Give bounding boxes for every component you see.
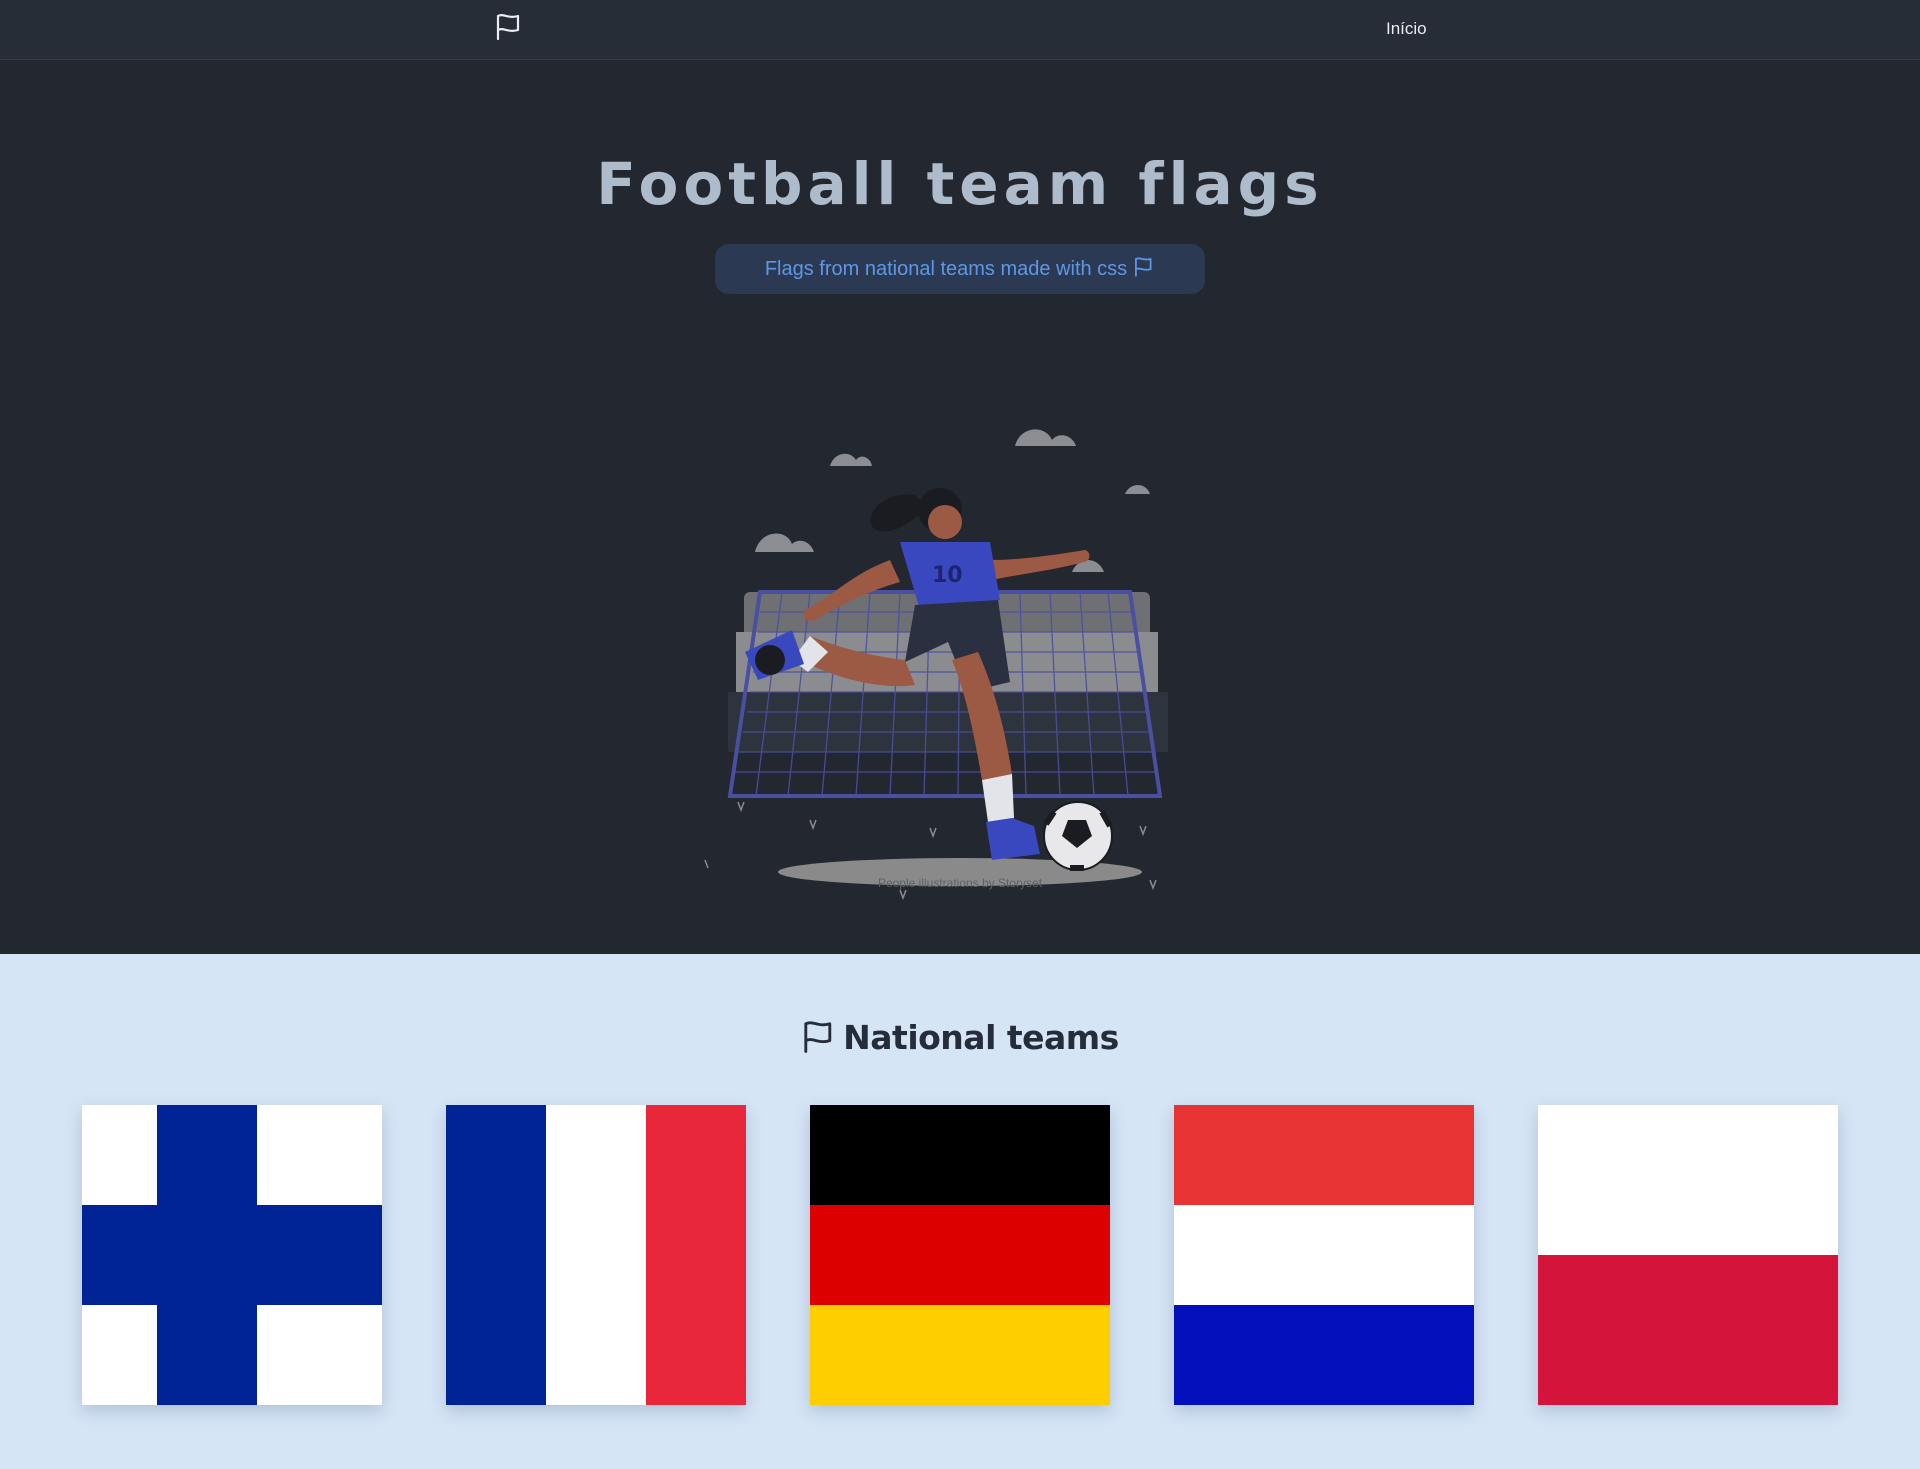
section-title-text: National teams [843, 1018, 1119, 1057]
finland-flag [82, 1105, 382, 1405]
hero-subtitle-badge: Flags from national teams made with css [715, 244, 1205, 294]
flag-card-france[interactable] [446, 1105, 746, 1405]
page-title: Football team flags [596, 150, 1324, 218]
svg-text:10: 10 [932, 563, 963, 588]
france-flag [446, 1105, 746, 1405]
flag-card-netherlands[interactable] [1174, 1105, 1474, 1405]
germany-flag [810, 1105, 1110, 1405]
navbar: Início [0, 0, 1920, 60]
nav-link-inicio[interactable]: Início [1386, 19, 1427, 39]
hero-section: Football team flags Flags from national … [0, 60, 1920, 954]
woman-kicking-football-icon: 10 [704, 429, 1168, 900]
illustration-credit[interactable]: People illustrations by Storyset [0, 876, 1920, 890]
flag-card-germany[interactable] [810, 1105, 1110, 1405]
flag-icon [804, 1021, 832, 1053]
flag-icon[interactable] [494, 12, 524, 42]
national-teams-section: National teams [0, 954, 1920, 1469]
hero-subtitle: Flags from national teams made with css [764, 258, 1128, 280]
flag-card-poland[interactable] [1538, 1105, 1838, 1405]
poland-flag [1538, 1105, 1838, 1405]
flag-card-finland[interactable] [82, 1105, 382, 1405]
section-title: National teams [0, 1018, 1920, 1057]
flag-icon [1135, 257, 1152, 277]
netherlands-flag [1174, 1105, 1474, 1405]
